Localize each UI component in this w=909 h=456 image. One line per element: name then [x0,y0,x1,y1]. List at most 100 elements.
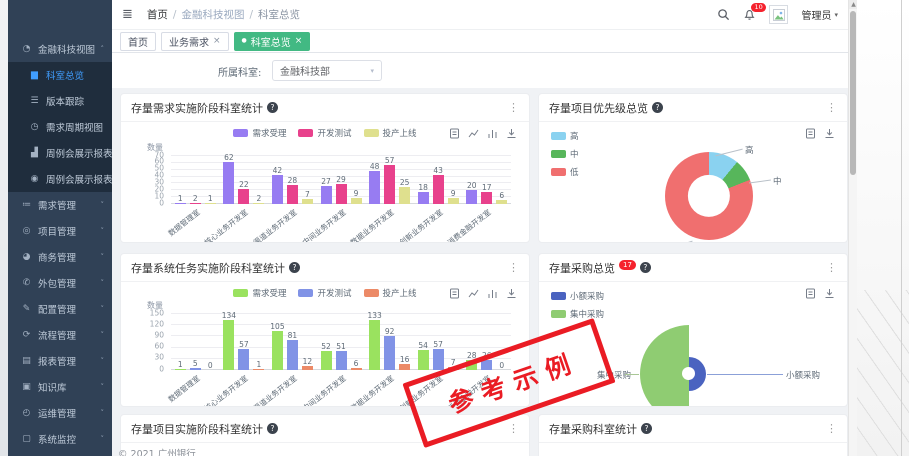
bar-chart-toggle-icon[interactable] [487,288,498,299]
data-view-icon[interactable] [449,128,460,139]
tab-0[interactable]: 首页 [120,32,156,51]
bar-column[interactable]: 105 [271,322,284,370]
bar-column[interactable]: 2 [252,194,265,205]
bar-column[interactable]: 57 [432,340,445,370]
bar-column[interactable]: 12 [301,357,314,370]
help-icon[interactable]: ? [267,423,278,434]
bar[interactable] [238,189,249,204]
bar-column[interactable]: 9 [447,189,460,204]
line-chart-toggle-icon[interactable] [468,288,479,299]
download-icon[interactable] [824,288,835,299]
bar-chart-toggle-icon[interactable] [487,128,498,139]
bar-column[interactable]: 9 [350,189,363,204]
close-icon[interactable]: × [295,36,303,46]
bar[interactable] [272,175,283,204]
legend-item[interactable]: 投产上线 [364,287,417,299]
sidebar-item-4[interactable]: ▟周例会展示报表-项目 [8,140,112,166]
sidebar-item-3[interactable]: ◷需求周期视图 [8,114,112,140]
legend-item[interactable]: 中 [551,148,579,160]
rose-slice-centralized[interactable] [640,325,689,407]
sidebar-item-10[interactable]: ✎配置管理˅ [8,296,112,322]
help-icon[interactable]: ? [267,102,278,113]
legend-item[interactable]: 开发测试 [298,127,351,139]
tab-2[interactable]: ●科室总览× [234,32,311,51]
bar[interactable] [466,190,477,204]
bar[interactable] [287,185,298,204]
bar-column[interactable]: 5 [189,359,202,370]
bar-column[interactable]: 6 [495,191,508,204]
legend-item[interactable]: 需求受理 [233,287,286,299]
bar[interactable] [321,351,332,370]
help-icon[interactable]: ? [289,262,300,273]
bar-column[interactable]: 52 [320,342,333,370]
bar-column[interactable]: 20 [465,181,478,204]
bar-column[interactable]: 54 [417,341,430,370]
bar[interactable] [272,331,283,370]
sidebar-item-16[interactable]: ⚙系统管理˅ [8,452,112,456]
bar-column[interactable]: 48 [368,162,381,204]
kebab-menu-icon[interactable]: ⋮ [508,101,519,114]
legend-item[interactable]: 投产上线 [364,127,417,139]
bar-column[interactable]: 18 [417,183,430,204]
bar[interactable] [287,340,298,370]
bar[interactable] [418,350,429,370]
legend-item[interactable]: 开发测试 [298,287,351,299]
bar-column[interactable]: 133 [368,311,381,370]
bar-column[interactable]: 1 [174,360,187,371]
bar-column[interactable]: 62 [222,153,235,205]
sidebar-item-2[interactable]: ☰版本跟踪 [8,88,112,114]
kebab-menu-icon[interactable]: ⋮ [508,422,519,435]
sidebar-item-13[interactable]: ▣知识库˅ [8,374,112,400]
bar[interactable] [384,165,395,204]
bar[interactable] [321,186,332,205]
bar[interactable] [433,175,444,204]
kebab-menu-icon[interactable]: ⋮ [508,261,519,274]
download-icon[interactable] [506,288,517,299]
kebab-menu-icon[interactable]: ⋮ [826,261,837,274]
bar-column[interactable]: 2 [189,194,202,205]
user-menu[interactable]: 管理员 ▾ [801,7,838,22]
bar-column[interactable]: 42 [271,166,284,204]
sidebar-item-5[interactable]: ◉周例会展示报表-采购 [8,166,112,192]
bar-column[interactable]: 1 [204,194,217,205]
kebab-menu-icon[interactable]: ⋮ [826,101,837,114]
bar[interactable] [384,336,395,370]
bar[interactable] [481,192,492,204]
bar[interactable] [418,192,429,204]
sidebar-item-9[interactable]: ✆外包管理˅ [8,270,112,296]
legend-item[interactable]: 集中采购 [551,308,604,320]
bar-column[interactable]: 27 [320,177,333,205]
bar-column[interactable]: 29 [335,175,348,204]
sidebar-item-6[interactable]: ≔需求管理˅ [8,192,112,218]
bar-column[interactable]: 43 [432,166,445,204]
bar-column[interactable]: 28 [286,176,299,204]
legend-item[interactable]: 小额采购 [551,290,604,302]
sidebar-item-14[interactable]: ◴运维管理˅ [8,400,112,426]
help-icon[interactable]: ? [652,102,663,113]
data-view-icon[interactable] [805,288,816,299]
scrollbar-thumb[interactable] [850,11,856,175]
bar[interactable] [223,320,234,370]
bar[interactable] [238,349,249,370]
download-icon[interactable] [506,128,517,139]
line-chart-toggle-icon[interactable] [468,128,479,139]
bar-column[interactable]: 0 [204,361,217,370]
bar-column[interactable]: 1 [252,360,265,371]
sidebar-item-0[interactable]: ◔金融科技视图˄ [8,36,112,62]
bar[interactable] [433,349,444,370]
bar-column[interactable]: 51 [335,342,348,370]
sidebar-item-12[interactable]: ▤报表管理˅ [8,348,112,374]
sidebar-item-8[interactable]: ◕商务管理˅ [8,244,112,270]
sidebar-item-15[interactable]: ▢系统监控˅ [8,426,112,452]
data-view-icon[interactable] [449,288,460,299]
sidebar-item-1[interactable]: ▆科室总览 [8,62,112,88]
search-icon[interactable] [717,8,730,21]
bar-column[interactable]: 57 [383,156,396,204]
sidebar-item-7[interactable]: ◎项目管理˅ [8,218,112,244]
bar-column[interactable]: 81 [286,331,299,370]
data-view-icon[interactable] [805,128,816,139]
bar-column[interactable]: 134 [222,311,235,370]
download-icon[interactable] [824,128,835,139]
avatar[interactable] [769,5,788,24]
sidebar-collapse-icon[interactable]: ≣ [122,7,133,22]
